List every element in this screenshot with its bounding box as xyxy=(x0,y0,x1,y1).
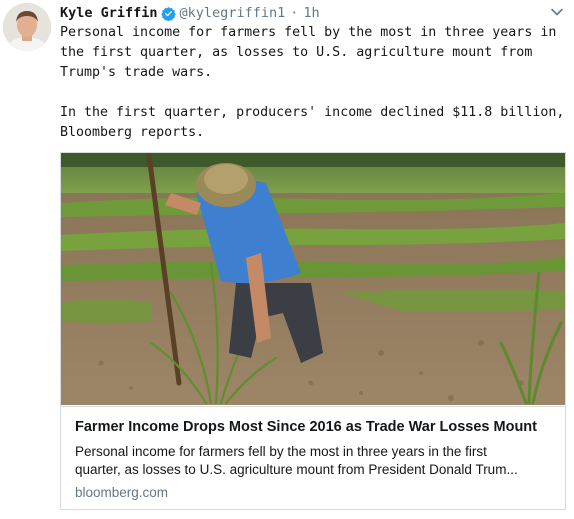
header-separator: · xyxy=(290,5,299,21)
verified-badge-icon xyxy=(160,6,176,21)
farmer-field-photo xyxy=(61,153,565,405)
author-handle[interactable]: @kylegriffin1 xyxy=(180,5,286,21)
tweet-text: Personal income for farmers fell by the … xyxy=(60,23,570,143)
tweet-timestamp[interactable]: 1h xyxy=(303,5,319,21)
card-domain[interactable]: bloomberg.com xyxy=(75,485,168,500)
tweet[interactable]: Kyle Griffin @kylegriffin1 · 1h Personal… xyxy=(0,0,574,519)
tweet-paragraph-2: In the first quarter, producers' income … xyxy=(60,105,565,140)
link-card[interactable]: Farmer Income Drops Most Since 2016 as T… xyxy=(60,152,566,510)
author-name[interactable]: Kyle Griffin xyxy=(60,5,158,21)
card-description: Personal income for farmers fell by the … xyxy=(75,443,551,479)
chevron-down-icon[interactable] xyxy=(550,4,564,18)
card-meta[interactable]: Farmer Income Drops Most Since 2016 as T… xyxy=(61,406,565,509)
avatar-photo xyxy=(3,3,51,51)
tweet-paragraph-1: Personal income for farmers fell by the … xyxy=(60,25,557,80)
tweet-header: Kyle Griffin @kylegriffin1 · 1h xyxy=(60,4,320,22)
card-description-line-2: quarter, as losses to U.S. agriculture m… xyxy=(75,462,518,477)
card-description-line-1: Personal income for farmers fell by the … xyxy=(75,444,487,459)
card-title[interactable]: Farmer Income Drops Most Since 2016 as T… xyxy=(75,419,555,435)
card-image[interactable] xyxy=(61,153,565,405)
avatar[interactable] xyxy=(3,3,51,51)
